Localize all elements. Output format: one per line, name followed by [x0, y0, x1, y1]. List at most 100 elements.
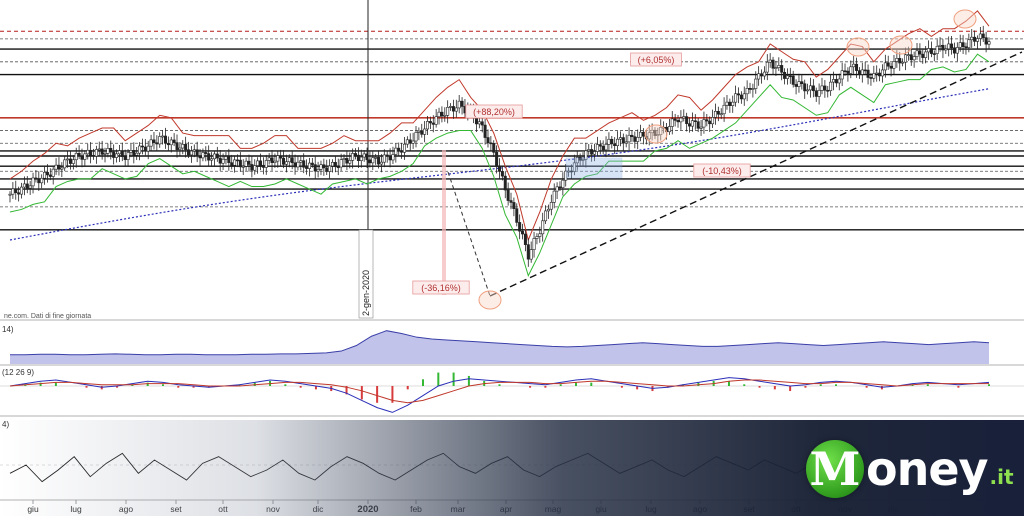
- x-tick-label: apr: [500, 504, 512, 514]
- candle-body: [420, 130, 424, 135]
- candle-body: [100, 148, 104, 155]
- candle-body: [855, 63, 859, 71]
- candle-body: [860, 69, 864, 75]
- highlight-circle: [644, 124, 668, 144]
- candle-body: [397, 147, 401, 152]
- candle-body: [477, 121, 481, 125]
- candle-body: [123, 156, 127, 160]
- candle-body: [558, 186, 562, 189]
- candle-body: [310, 162, 314, 165]
- candle-body: [489, 142, 493, 145]
- candle-body: [593, 151, 597, 155]
- candle-body: [316, 169, 320, 172]
- candle-body: [679, 117, 683, 123]
- x-tick-label: lug: [645, 504, 657, 514]
- candle-body: [284, 161, 288, 165]
- candle-body: [624, 141, 628, 144]
- candle-body: [840, 70, 844, 80]
- candle-body: [546, 208, 550, 212]
- candle-body: [43, 171, 47, 179]
- candle-body: [552, 190, 556, 203]
- candle-body: [938, 44, 942, 47]
- candle-body: [947, 43, 951, 50]
- candle-body: [673, 118, 677, 121]
- candle-body: [618, 137, 622, 140]
- candle-body: [941, 44, 945, 51]
- candle-body: [932, 53, 936, 55]
- candle-body: [273, 160, 277, 163]
- candle-body: [34, 177, 38, 180]
- candle-body: [235, 159, 239, 162]
- candle-body: [241, 166, 245, 168]
- logo-suffix: .it: [989, 465, 1014, 489]
- candle-body: [630, 134, 634, 138]
- candle-body: [601, 145, 605, 151]
- candle-body: [480, 121, 484, 126]
- candle-body: [832, 79, 836, 83]
- candle-body: [253, 165, 257, 171]
- candle-body: [912, 56, 916, 61]
- candle-body: [449, 106, 453, 108]
- candle-body: [172, 139, 176, 143]
- candle-body: [523, 233, 527, 245]
- candle-body: [711, 117, 715, 125]
- candle-body: [201, 152, 205, 159]
- candle-body: [987, 41, 991, 45]
- x-tick-label: ago: [119, 504, 133, 514]
- candle-body: [682, 116, 686, 119]
- candle-body: [106, 148, 110, 154]
- candle-body: [20, 186, 24, 195]
- candle-body: [382, 154, 386, 163]
- candle-body: [351, 153, 355, 161]
- candle-body: [189, 150, 193, 156]
- candle-body: [978, 33, 982, 39]
- candle-body: [86, 149, 90, 155]
- candle-body: [402, 143, 406, 153]
- candle-body: [356, 154, 360, 161]
- candle-body: [541, 220, 545, 235]
- candle-body: [702, 119, 706, 128]
- candle-body: [811, 85, 815, 92]
- candle-body: [739, 94, 743, 100]
- logo-initial: M: [806, 440, 864, 498]
- candle-body: [48, 174, 52, 177]
- candle-body: [762, 71, 766, 77]
- candle-body: [388, 155, 392, 161]
- candle-body: [215, 153, 219, 159]
- candle-body: [639, 131, 643, 138]
- candle-body: [247, 160, 251, 165]
- candle-body: [503, 175, 507, 191]
- candle-body: [224, 156, 228, 160]
- candle-body: [379, 161, 383, 165]
- candle-body: [451, 106, 455, 112]
- candle-body: [958, 42, 962, 48]
- candle-body: [155, 142, 159, 145]
- candle-body: [359, 156, 363, 161]
- candle-body: [25, 183, 29, 189]
- candle-body: [457, 100, 461, 109]
- candle-body: [748, 88, 752, 90]
- x-tick-label: ott: [791, 504, 801, 514]
- candle-body: [66, 158, 70, 161]
- candle-body: [71, 159, 75, 164]
- candle-body: [627, 134, 631, 143]
- candle-body: [195, 149, 199, 157]
- candle-body: [89, 149, 93, 156]
- x-tick-label: mag: [545, 504, 562, 514]
- candle-body: [348, 160, 352, 164]
- candle-body: [377, 157, 381, 165]
- candle-body: [83, 153, 87, 160]
- candle-body: [529, 249, 533, 260]
- candle-body: [521, 230, 525, 235]
- candle-body: [454, 107, 458, 112]
- candle-body: [869, 77, 873, 79]
- candle-body: [846, 70, 850, 74]
- candle-body: [970, 36, 974, 41]
- candle-body: [368, 159, 372, 164]
- candle-body: [198, 155, 202, 159]
- candle-body: [97, 148, 101, 151]
- candle-body: [417, 130, 421, 133]
- candle-body: [935, 45, 939, 54]
- candle-body: [587, 149, 591, 152]
- candle-body: [889, 65, 893, 69]
